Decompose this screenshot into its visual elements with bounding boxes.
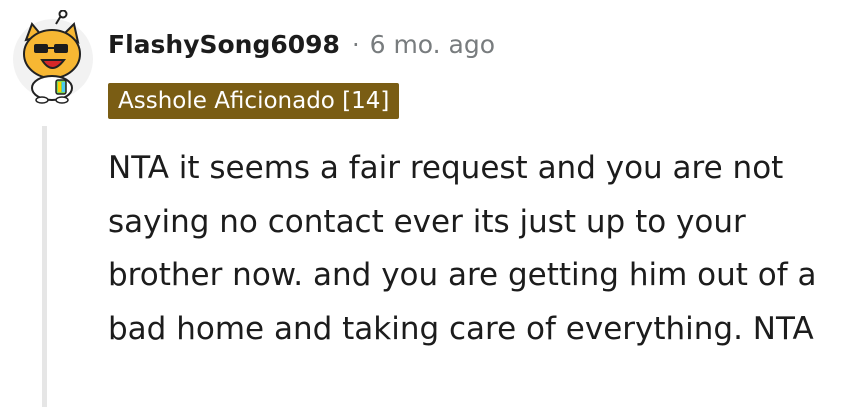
snoo-avatar-icon (13, 9, 93, 104)
thread-collapse-line[interactable] (42, 126, 47, 407)
username-link[interactable]: FlashySong6098 (108, 30, 340, 59)
comment: FlashySong6098 · 6 mo. ago Asshole Afici… (0, 0, 856, 407)
user-flair-badge: Asshole Aficionado [14] (108, 83, 400, 119)
timestamp-link[interactable]: 6 mo. ago (370, 30, 495, 59)
meta-separator: · (351, 30, 360, 59)
user-avatar-icon[interactable] (12, 9, 94, 108)
comment-header: FlashySong6098 · 6 mo. ago (108, 30, 495, 59)
comment-body: NTA it seems a fair request and you are … (108, 150, 817, 347)
